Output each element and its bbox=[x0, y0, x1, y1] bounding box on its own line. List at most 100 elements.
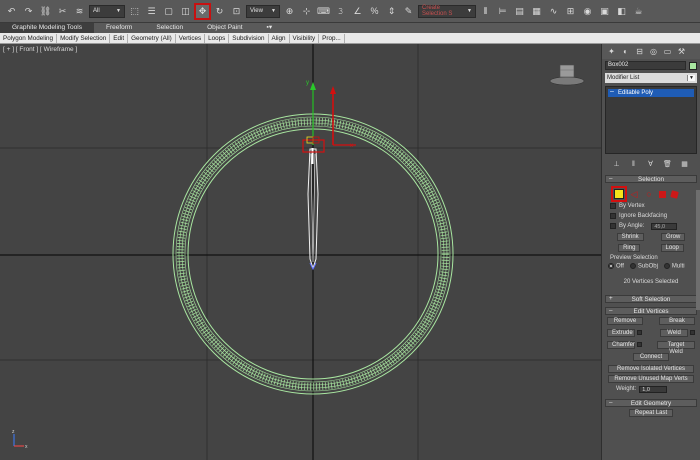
pin-stack-icon[interactable]: ⊥ bbox=[612, 160, 621, 169]
element-mode-icon[interactable] bbox=[670, 189, 679, 199]
command-panel-scrollbar[interactable] bbox=[696, 190, 700, 310]
motion-tab-icon[interactable]: ◎ bbox=[648, 46, 659, 57]
by-angle-row[interactable]: By Angle: 45,0 bbox=[602, 221, 700, 231]
remove-modifier-icon[interactable]: 🗑 bbox=[663, 160, 672, 169]
object-name-field[interactable]: Box002 bbox=[605, 61, 686, 70]
view-cube[interactable] bbox=[545, 62, 585, 86]
select-and-scale-icon[interactable]: ⊡ bbox=[229, 4, 244, 19]
object-color-swatch[interactable] bbox=[689, 61, 697, 70]
target-weld-button[interactable]: Target Weld bbox=[657, 341, 695, 355]
redo-icon[interactable]: ↷ bbox=[21, 4, 36, 19]
modifier-list-dropdown[interactable]: Modifier List ▼ bbox=[605, 73, 697, 83]
connect-button[interactable]: Connect bbox=[633, 353, 669, 361]
ref-coord-dropdown[interactable]: View ▼ bbox=[246, 4, 280, 18]
front-viewport[interactable]: [ + ] [ Front ] [ Wireframe ] x y z x bbox=[0, 44, 601, 460]
select-and-rotate-icon[interactable]: ↻ bbox=[212, 4, 227, 19]
edit-named-selection-icon[interactable]: ✎ bbox=[401, 4, 416, 19]
by-vertex-checkbox[interactable] bbox=[610, 203, 616, 209]
utilities-tab-icon[interactable]: ⚒ bbox=[676, 46, 687, 57]
extrude-settings-icon[interactable] bbox=[637, 329, 642, 335]
rect-selection-icon[interactable]: ▢ bbox=[161, 4, 176, 19]
panel-align[interactable]: Align bbox=[269, 33, 290, 43]
panel-polygon-modeling[interactable]: Polygon Modeling bbox=[0, 33, 58, 43]
move-gizmo[interactable]: x y bbox=[306, 80, 356, 149]
panel-vertices[interactable]: Vertices bbox=[176, 33, 206, 43]
show-end-result-icon[interactable]: ‖ bbox=[629, 160, 638, 169]
tab-graphite-modeling[interactable]: Graphite Modeling Tools bbox=[0, 23, 94, 33]
preview-off-radio[interactable] bbox=[608, 262, 614, 269]
spinner-snap-icon[interactable]: ⇕ bbox=[384, 4, 399, 19]
display-tab-icon[interactable]: ▭ bbox=[662, 46, 673, 57]
repeat-last-button[interactable]: Repeat Last bbox=[629, 409, 673, 417]
ignore-backfacing-checkbox[interactable] bbox=[610, 213, 616, 219]
select-object-icon[interactable]: ⬚ bbox=[127, 4, 142, 19]
preview-off-option[interactable]: Off bbox=[608, 262, 624, 269]
break-button[interactable]: Break bbox=[659, 317, 695, 325]
render-setup-icon[interactable]: ▣ bbox=[597, 4, 612, 19]
selection-filter-dropdown[interactable]: All ▼ bbox=[89, 4, 125, 18]
ribbon-options-icon[interactable]: ▪▾ bbox=[255, 23, 285, 33]
weld-settings-icon[interactable] bbox=[690, 329, 695, 335]
graphite-toggle-icon[interactable]: ▦ bbox=[529, 4, 544, 19]
by-angle-checkbox[interactable] bbox=[610, 223, 616, 229]
hierarchy-tab-icon[interactable]: ⊟ bbox=[634, 46, 645, 57]
tab-freeform[interactable]: Freeform bbox=[94, 23, 144, 33]
link-icon[interactable]: ⛓ bbox=[38, 4, 53, 19]
by-vertex-row[interactable]: By Vertex bbox=[602, 201, 700, 211]
preview-subobj-radio[interactable] bbox=[629, 262, 636, 269]
remove-unused-map-verts-button[interactable]: Remove Unused Map Verts bbox=[608, 375, 694, 383]
panel-loops[interactable]: Loops bbox=[205, 33, 230, 43]
undo-icon[interactable]: ↶ bbox=[4, 4, 19, 19]
select-manipulate-icon[interactable]: ⊹ bbox=[299, 4, 314, 19]
edit-vertices-rollout-title[interactable]: Edit Vertices bbox=[605, 307, 697, 315]
weight-spinner[interactable]: 1,0 bbox=[639, 385, 668, 393]
panel-edit[interactable]: Edit bbox=[110, 33, 129, 43]
pivot-center-icon[interactable]: ⊕ bbox=[282, 4, 297, 19]
border-mode-icon[interactable]: ○ bbox=[644, 189, 654, 199]
grow-button[interactable]: Grow bbox=[660, 232, 686, 241]
ring-button[interactable]: Ring bbox=[618, 243, 641, 252]
snap-toggle-icon[interactable]: 𝟹 bbox=[333, 4, 348, 19]
schematic-view-icon[interactable]: ⊞ bbox=[563, 4, 578, 19]
percent-snap-icon[interactable]: % bbox=[367, 4, 382, 19]
panel-visibility[interactable]: Visibility bbox=[290, 33, 320, 43]
tab-selection[interactable]: Selection bbox=[144, 23, 195, 33]
soft-selection-rollout-title[interactable]: Soft Selection bbox=[605, 295, 697, 303]
make-unique-icon[interactable]: ∀ bbox=[646, 160, 655, 169]
window-crossing-icon[interactable]: ◫ bbox=[178, 4, 193, 19]
preview-subobj-option[interactable]: SubObj bbox=[629, 262, 658, 269]
viewport-label[interactable]: [ + ] [ Front ] [ Wireframe ] bbox=[3, 46, 77, 53]
preview-multi-radio[interactable] bbox=[663, 262, 670, 269]
create-tab-icon[interactable]: ✦ bbox=[606, 46, 617, 57]
align-icon[interactable]: ⊨ bbox=[495, 4, 510, 19]
stack-item-editable-poly[interactable]: Editable Poly bbox=[608, 88, 694, 97]
remove-isolated-vertices-button[interactable]: Remove Isolated Vertices bbox=[608, 365, 694, 373]
chamfer-button[interactable]: Chamfer bbox=[607, 341, 635, 349]
preview-multi-option[interactable]: Multi bbox=[663, 262, 685, 269]
extrude-button[interactable]: Extrude bbox=[607, 329, 635, 337]
tab-object-paint[interactable]: Object Paint bbox=[195, 23, 254, 33]
shrink-button[interactable]: Shrink bbox=[616, 232, 644, 241]
angle-snap-icon[interactable]: ∠ bbox=[350, 4, 365, 19]
vertex-mode-icon[interactable] bbox=[611, 186, 627, 202]
curve-editor-icon[interactable]: ∿ bbox=[546, 4, 561, 19]
panel-geometry-all[interactable]: Geometry (All) bbox=[128, 33, 176, 43]
unlink-icon[interactable]: ✂ bbox=[55, 4, 70, 19]
select-and-move-icon[interactable]: ✥ bbox=[194, 2, 211, 20]
chamfer-settings-icon[interactable] bbox=[637, 341, 642, 347]
configure-sets-icon[interactable]: ▦ bbox=[680, 160, 689, 169]
material-editor-icon[interactable]: ◉ bbox=[580, 4, 595, 19]
modify-tab-icon[interactable]: ◐ bbox=[620, 46, 631, 57]
bind-spacewarp-icon[interactable]: ≋ bbox=[72, 4, 87, 19]
render-production-icon[interactable]: ☕ bbox=[631, 4, 646, 19]
polygon-mode-icon[interactable] bbox=[659, 190, 666, 198]
mirror-icon[interactable]: ⫴ bbox=[478, 4, 493, 19]
ignore-backfacing-row[interactable]: Ignore Backfacing bbox=[602, 211, 700, 221]
edge-mode-icon[interactable]: ◁ bbox=[629, 189, 639, 199]
rendered-frame-icon[interactable]: ◧ bbox=[614, 4, 629, 19]
by-angle-spinner[interactable]: 45,0 bbox=[651, 222, 678, 230]
weld-button[interactable]: Weld bbox=[660, 329, 688, 337]
panel-modify-selection[interactable]: Modify Selection bbox=[57, 33, 111, 43]
named-selection-dropdown[interactable]: Create Selection S ▼ bbox=[418, 4, 476, 18]
keyboard-shortcut-icon[interactable]: ⌨ bbox=[316, 4, 331, 19]
